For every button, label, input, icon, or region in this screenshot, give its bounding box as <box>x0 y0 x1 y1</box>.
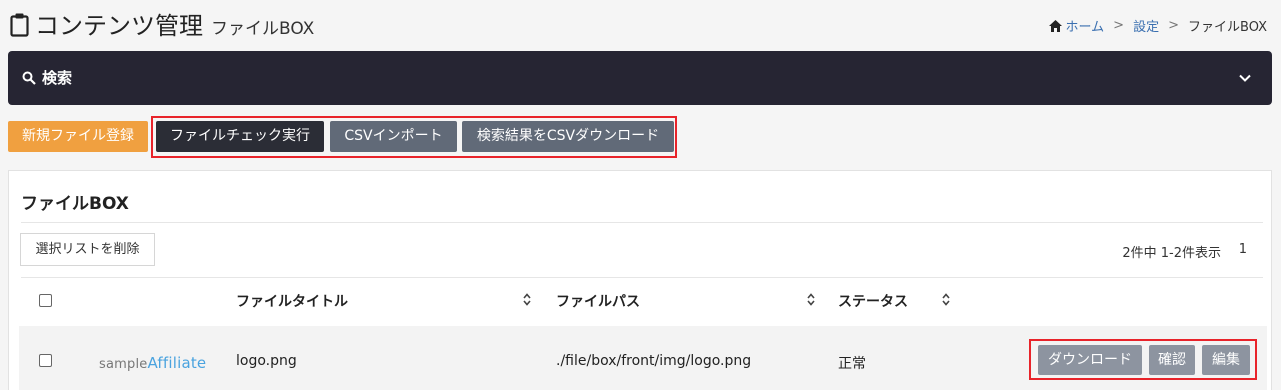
column-header-path[interactable]: ファイルパス <box>556 291 640 311</box>
select-all-checkbox[interactable] <box>39 294 52 307</box>
column-header-status[interactable]: ステータス <box>838 291 908 311</box>
breadcrumb-separator: > <box>1113 18 1125 33</box>
csv-import-button[interactable]: CSVインポート <box>330 121 457 152</box>
pagination-page-1[interactable]: 1 <box>1239 242 1247 257</box>
breadcrumb-settings-link[interactable]: 設定 <box>1133 16 1159 35</box>
row-checkbox[interactable] <box>39 354 52 367</box>
breadcrumb: ホーム > 設定 > ファイルBOX <box>1048 16 1267 35</box>
chevron-down-icon[interactable] <box>1238 71 1252 85</box>
logo-text-part: sample <box>99 357 148 372</box>
csv-download-button[interactable]: 検索結果をCSVダウンロード <box>462 121 674 152</box>
page-subtitle: ファイルBOX <box>211 19 315 39</box>
status-cell: 正常 <box>838 356 866 372</box>
sort-icon[interactable] <box>942 293 950 306</box>
search-panel-toggle[interactable]: 検索 <box>8 51 1272 105</box>
divider <box>21 222 1263 223</box>
breadcrumb-separator: > <box>1168 18 1179 33</box>
result-count: 2件中 1-2件表示 <box>1122 246 1221 261</box>
delete-selected-button[interactable]: 選択リストを削除 <box>20 233 155 266</box>
logo-text-part: Affiliate <box>147 354 207 372</box>
new-file-button[interactable]: 新規ファイル登録 <box>8 121 148 152</box>
download-button[interactable]: ダウンロード <box>1038 345 1142 375</box>
file-thumbnail-logo: sampleAffiliate <box>99 354 206 372</box>
home-icon <box>1048 19 1062 32</box>
file-path-cell: ./file/box/front/img/logo.png <box>556 353 752 369</box>
search-label: 検索 <box>42 69 73 87</box>
page-title: コンテンツ管理 <box>35 12 203 40</box>
sort-icon[interactable] <box>523 293 531 306</box>
file-title-cell: logo.png <box>236 353 297 369</box>
page-header: コンテンツ管理 ファイルBOX <box>10 6 315 40</box>
breadcrumb-home-link[interactable]: ホーム <box>1066 16 1105 35</box>
sort-icon[interactable] <box>807 293 815 306</box>
divider <box>21 277 1263 278</box>
column-header-title[interactable]: ファイルタイトル <box>236 291 348 311</box>
search-icon <box>22 71 36 85</box>
edit-button[interactable]: 編集 <box>1202 345 1250 375</box>
file-check-button[interactable]: ファイルチェック実行 <box>156 121 324 152</box>
clipboard-icon <box>10 13 29 37</box>
panel-title: ファイルBOX <box>21 194 129 214</box>
breadcrumb-current: ファイルBOX <box>1188 20 1267 35</box>
confirm-button[interactable]: 確認 <box>1149 345 1195 375</box>
